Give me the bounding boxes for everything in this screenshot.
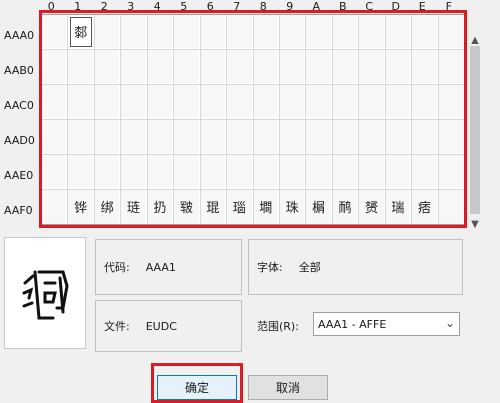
font-value: 全部 [298,261,321,274]
glyph-preview [4,237,86,349]
file-label: 文件: [104,320,130,333]
row-label: AAA0 [4,29,35,42]
row-label: AAE0 [4,169,34,182]
code-label: 代码: [104,261,130,274]
range-label: 范围(R): [257,320,299,333]
row-label: AAB0 [4,64,34,77]
code-value: AAA1 [145,260,176,274]
grid-highlight-box [39,10,467,228]
code-panel: 代码: AAA1 [95,239,242,295]
row-label: AAD0 [4,134,35,147]
row-label: AAC0 [4,99,34,112]
font-panel: 字体: 全部 [248,239,463,295]
font-label: 字体: [257,261,283,274]
row-label: AAF0 [4,204,33,217]
file-value: EUDC [145,319,177,333]
file-panel: 文件: EUDC [95,300,242,352]
range-select[interactable]: AAA1 - AFFE ⌄ [313,312,460,336]
ok-button-highlight-box [151,363,243,403]
chevron-down-icon: ⌄ [444,316,455,330]
cancel-button-label: 取消 [275,381,300,395]
cancel-button[interactable]: 取消 [248,375,328,400]
scrollbar-thumb[interactable] [470,46,480,214]
range-select-value: AAA1 - AFFE [318,317,387,331]
scroll-down-icon[interactable]: ▼ [468,218,482,232]
glyph-preview-icon [22,270,69,320]
